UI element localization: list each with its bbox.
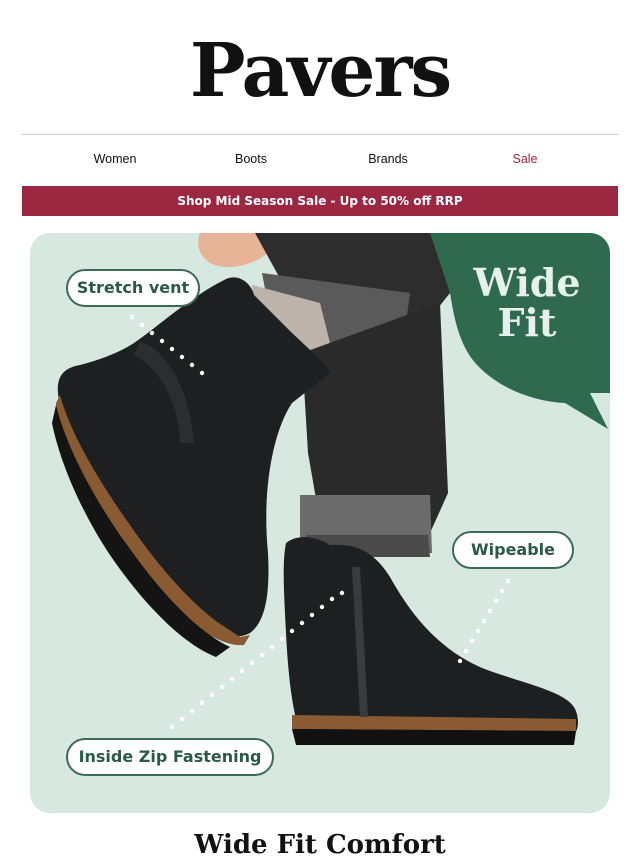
badge-line-wide: Wide <box>473 260 581 305</box>
callout-wipeable: Wipeable <box>452 531 574 569</box>
section-headline: Wide Fit Comfort <box>194 830 446 860</box>
nav-item-boots[interactable]: Boots <box>235 152 267 166</box>
nav-item-women[interactable]: Women <box>94 152 137 166</box>
callout-inside-zip: Inside Zip Fastening <box>66 738 274 776</box>
nav-item-sale[interactable]: Sale <box>512 152 537 166</box>
header-divider <box>22 134 618 135</box>
badge-line-fit: Fit <box>497 300 557 345</box>
sale-banner[interactable]: Shop Mid Season Sale - Up to 50% off RRP <box>22 186 618 216</box>
nav-item-brands[interactable]: Brands <box>368 152 408 166</box>
hero-image[interactable]: Wide Fit Stretch vent Wipeable Inside Zi… <box>30 233 610 813</box>
brand-logo[interactable]: Pavers <box>0 34 640 108</box>
main-nav: Women Boots Brands Sale <box>22 152 618 170</box>
wide-fit-badge: Wide Fit <box>462 263 592 343</box>
callout-stretch-vent: Stretch vent <box>66 269 200 307</box>
